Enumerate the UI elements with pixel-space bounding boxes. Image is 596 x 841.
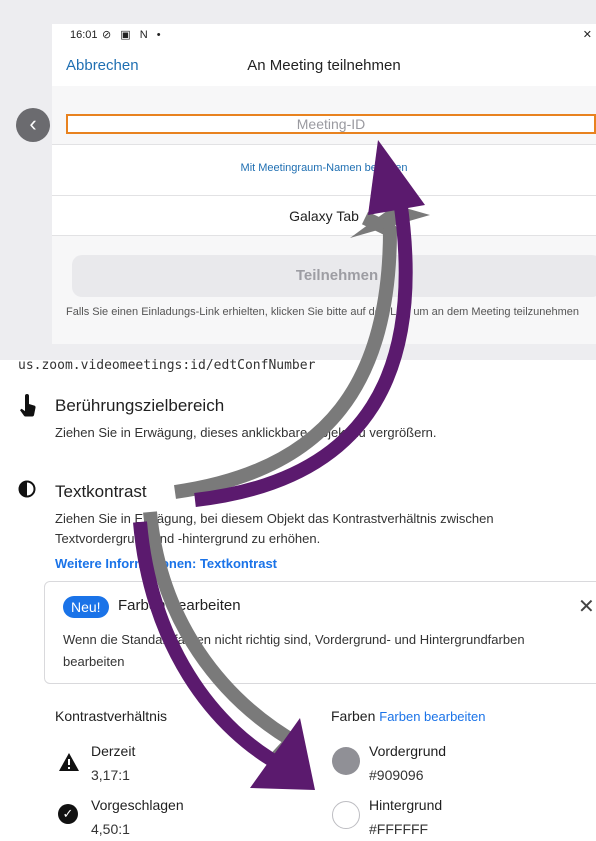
new-badge: Neu!	[63, 596, 109, 618]
background-label: Hintergrund	[369, 797, 443, 813]
contrast-icon	[18, 480, 36, 504]
screenshot: ‹ 16:01 ⊘ ▣ N • ✕ Abbrechen An Meeting t…	[0, 0, 596, 841]
personal-link-row[interactable]: Mit Meetingraum-Namen beitreten	[52, 144, 596, 196]
check-circle-icon: ✓	[58, 804, 78, 824]
back-glyph: ‹	[29, 111, 37, 136]
invite-note: Falls Sie einen Einladungs-Link erhielte…	[66, 306, 580, 318]
current-label: Derzeit	[91, 743, 136, 759]
suggested-value: 4,50:1	[91, 821, 130, 837]
close-icon[interactable]: ✕	[578, 594, 595, 619]
current-value: 3,17:1	[91, 767, 130, 783]
zoom-app-screen: 16:01 ⊘ ▣ N • ✕ Abbrechen An Meeting tei…	[52, 24, 596, 344]
join-by-room-name-link[interactable]: Mit Meetingraum-Namen beitreten	[52, 162, 596, 174]
zoom-header: Abbrechen An Meeting teilnehmen	[52, 46, 596, 86]
warning-icon	[59, 753, 79, 771]
contrast-ratio-heading: Kontrastverhältnis	[55, 708, 168, 724]
foreground-label: Vordergrund	[369, 743, 447, 759]
text-contrast-desc: Ziehen Sie in Erwägung, bei diesem Objek…	[55, 511, 494, 546]
display-name-row[interactable]: Galaxy Tab	[52, 196, 596, 236]
gray-arrow-lower-head	[265, 722, 305, 775]
purple-arrow-lower-head	[250, 718, 315, 790]
learn-more-link[interactable]: Weitere Informationen: Textkontrast	[55, 556, 277, 571]
view-resource-id: us.zoom.videomeetings:id/edtConfNumber	[18, 358, 316, 372]
background-value: #FFFFFF	[369, 821, 429, 837]
touch-target-desc: Ziehen Sie in Erwägung, dieses anklickba…	[55, 425, 437, 440]
suggested-label: Vorgeschlagen	[91, 797, 184, 813]
status-icons: ⊘ ▣ N •	[102, 29, 164, 41]
meeting-id-input[interactable]: Meeting-ID	[66, 114, 596, 134]
foreground-swatch[interactable]	[332, 747, 360, 775]
back-icon[interactable]: ‹	[16, 108, 50, 142]
edit-colors-link[interactable]: Farben bearbeiten	[379, 709, 485, 724]
card-body: Wenn die Standardfarben nicht richtig si…	[63, 632, 525, 669]
status-bar: 16:01 ⊘ ▣ N • ✕	[52, 24, 596, 46]
touch-hand-icon	[18, 394, 38, 424]
join-button[interactable]: Teilnehmen	[72, 255, 596, 297]
status-time: 16:01	[70, 29, 98, 41]
edit-colors-card: Neu! Farben bearbeiten ✕ Wenn die Standa…	[44, 581, 596, 684]
touch-target-title[interactable]: Berührungszielbereich	[55, 396, 224, 416]
page-title: An Meeting teilnehmen	[247, 57, 401, 74]
foreground-value: #909096	[369, 767, 424, 783]
card-title: Farben bearbeiten	[118, 597, 241, 614]
text-contrast-title[interactable]: Textkontrast	[55, 482, 147, 502]
background-swatch[interactable]	[332, 801, 360, 829]
mute-icon: ✕	[582, 29, 592, 41]
colors-heading: Farben Farben bearbeiten	[331, 708, 486, 724]
colors-heading-text: Farben	[331, 708, 376, 724]
display-name-field[interactable]: Galaxy Tab	[52, 208, 596, 224]
